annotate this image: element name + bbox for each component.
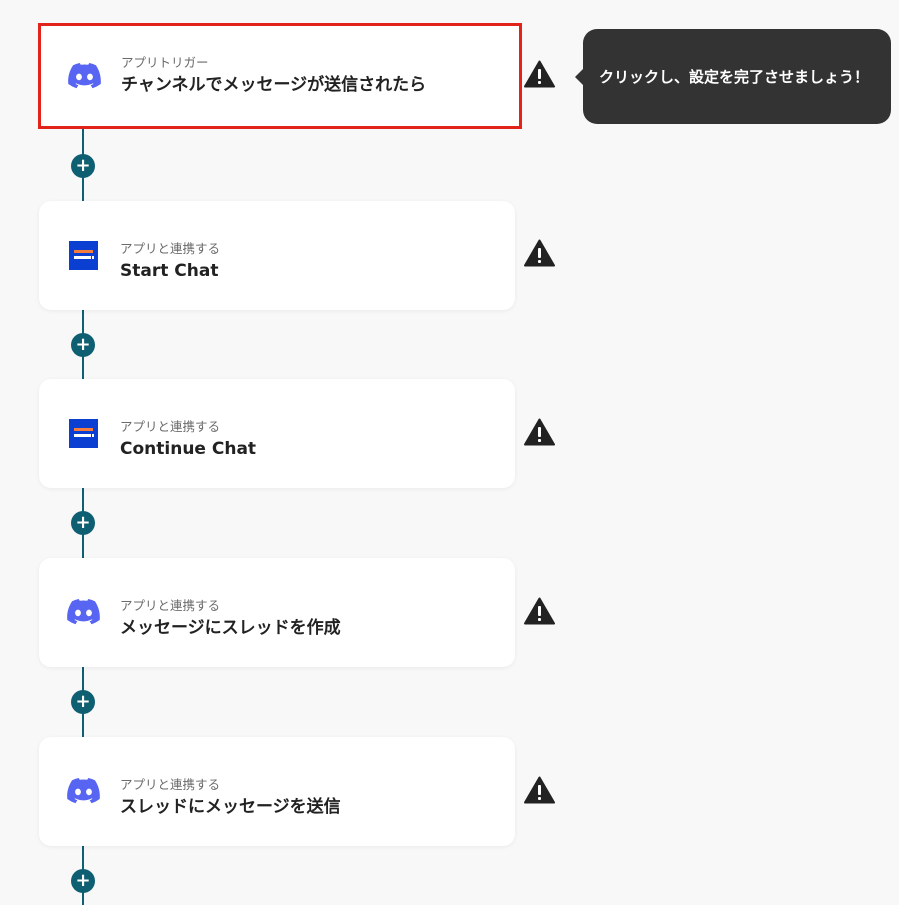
warning-icon: [524, 597, 555, 625]
add-step-button[interactable]: +: [71, 333, 95, 357]
plus-icon: +: [75, 155, 91, 176]
plus-icon: +: [75, 334, 91, 355]
step-subtitle: アプリと連携する: [120, 241, 221, 256]
step-title: チャンネルでメッセージが送信されたら: [121, 75, 427, 95]
plus-icon: +: [75, 870, 91, 891]
setup-hint-tooltip: クリックし、設定を完了させましょう！: [575, 29, 891, 124]
chat-app-icon: [67, 240, 100, 270]
add-step-button[interactable]: +: [71, 154, 95, 178]
step-subtitle: アプリと連携する: [120, 777, 221, 792]
warning-icon: [524, 418, 555, 446]
step-subtitle: アプリと連携する: [120, 419, 221, 434]
flow-step-start-chat[interactable]: アプリと連携する Start Chat: [39, 201, 515, 310]
discord-icon: [67, 597, 100, 627]
step-title: Start Chat: [120, 261, 219, 281]
step-title: メッセージにスレッドを作成: [120, 618, 341, 638]
tooltip-text: クリックし、設定を完了させましょう！: [599, 68, 870, 86]
step-title: スレッドにメッセージを送信: [120, 797, 341, 817]
warning-icon: [524, 60, 555, 88]
step-title: Continue Chat: [120, 439, 257, 459]
add-step-button[interactable]: +: [71, 511, 95, 535]
flow-step-send-thread-message[interactable]: アプリと連携する スレッドにメッセージを送信: [39, 737, 515, 846]
add-step-button[interactable]: +: [71, 690, 95, 714]
step-subtitle: アプリトリガー: [121, 55, 209, 70]
tooltip-arrow: [575, 69, 583, 85]
flow-step-trigger[interactable]: アプリトリガー チャンネルでメッセージが送信されたら: [38, 23, 522, 129]
discord-icon: [68, 61, 101, 91]
chat-app-icon: [67, 418, 100, 448]
add-step-button[interactable]: +: [71, 869, 95, 893]
plus-icon: +: [75, 512, 91, 533]
warning-icon: [524, 239, 555, 267]
flow-step-continue-chat[interactable]: アプリと連携する Continue Chat: [39, 379, 515, 488]
discord-icon: [67, 776, 100, 806]
step-subtitle: アプリと連携する: [120, 598, 221, 613]
plus-icon: +: [75, 691, 91, 712]
flow-step-create-thread[interactable]: アプリと連携する メッセージにスレッドを作成: [39, 558, 515, 667]
warning-icon: [524, 776, 555, 804]
